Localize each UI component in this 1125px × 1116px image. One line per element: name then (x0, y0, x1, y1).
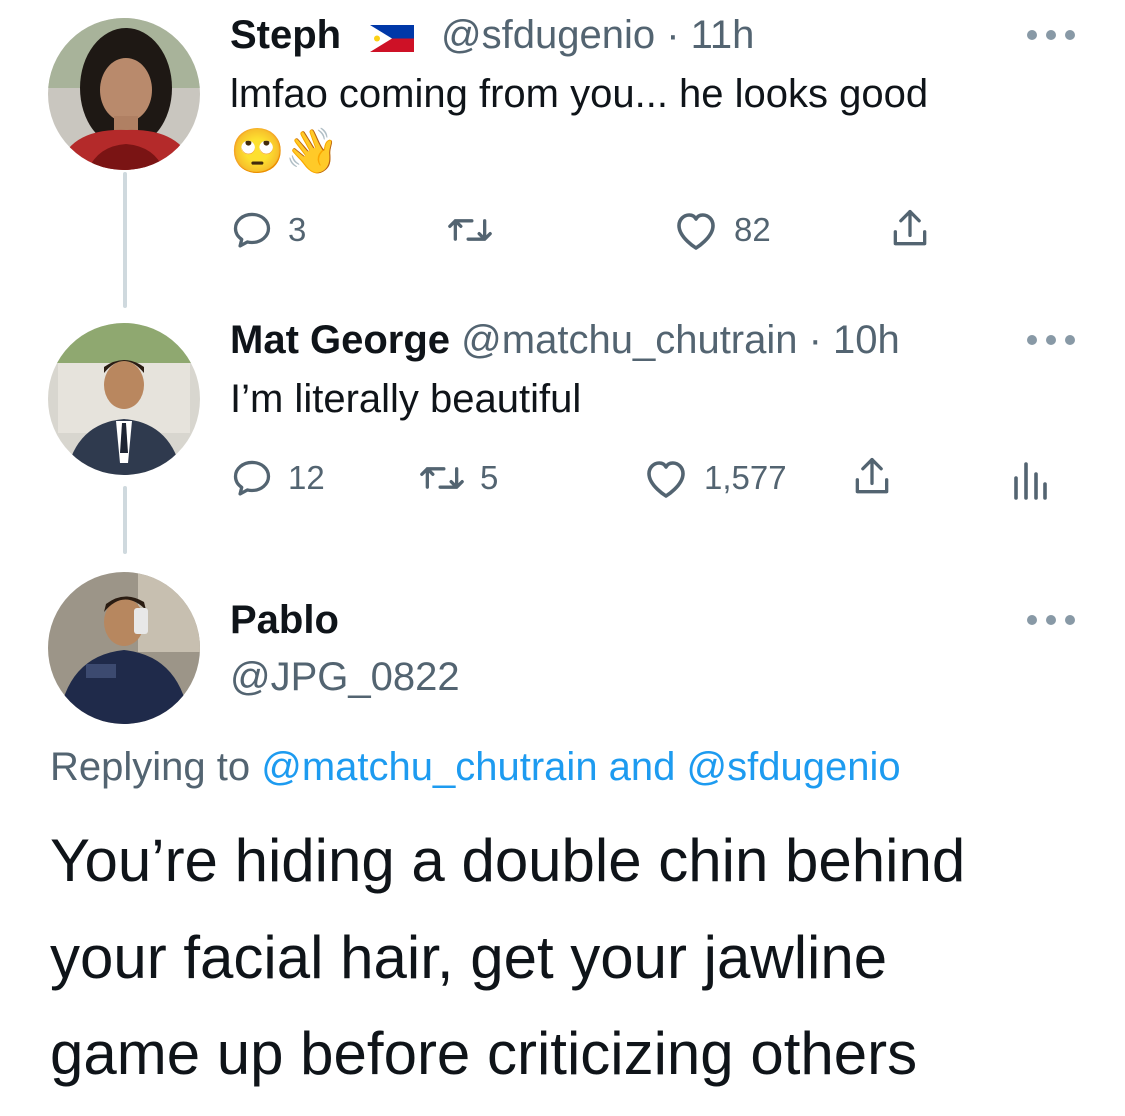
thread-line (123, 486, 127, 554)
avatar[interactable] (48, 18, 200, 170)
philippines-flag-icon (370, 25, 414, 57)
heart-icon (677, 213, 715, 250)
display-name[interactable]: Steph (230, 13, 341, 58)
share-icon (855, 457, 889, 494)
tweet-text-line: You’re hiding a double chin behind (50, 827, 966, 894)
thread-line (123, 172, 127, 308)
like-count: 1,577 (704, 459, 787, 496)
display-name[interactable]: Pablo (230, 598, 339, 643)
username[interactable]: @sfdugenio (441, 13, 655, 57)
display-name[interactable]: Mat George (230, 318, 450, 362)
like-action[interactable]: 1,577 (642, 456, 787, 500)
tweet-header: Mat George @matchu_chutrain · 10h (230, 318, 900, 363)
more-options-icon[interactable] (1027, 330, 1075, 350)
tweet-text: I’m literally beautiful (230, 377, 582, 421)
share-icon (893, 209, 927, 246)
timestamp[interactable]: 11h (691, 13, 755, 57)
username[interactable]: @matchu_chutrain (461, 318, 797, 362)
separator: · (655, 13, 691, 57)
retweet-icon (448, 219, 492, 241)
emoji-line: 🙄👋 (230, 127, 340, 176)
reply-count: 3 (288, 211, 307, 248)
replying-to-users[interactable]: @matchu_chutrain and @sfdugenio (261, 745, 900, 789)
share-action[interactable] (888, 206, 932, 252)
reply-icon (233, 212, 271, 248)
separator: · (797, 318, 834, 362)
more-options-icon[interactable] (1027, 610, 1075, 630)
tweet-meta: @sfdugenio · 11h (441, 13, 754, 58)
like-action[interactable]: 82 (672, 208, 771, 252)
username[interactable]: @JPG_0822 (230, 655, 460, 700)
replying-to: Replying to @matchu_chutrain and @sfduge… (50, 745, 901, 790)
retweet-action[interactable]: 5 (418, 456, 498, 500)
timestamp[interactable]: 10h (833, 318, 900, 362)
like-count: 82 (734, 211, 771, 248)
share-action[interactable] (850, 454, 894, 500)
avatar[interactable] (48, 572, 200, 724)
tweet-text-line: your facial hair, get your jawline (50, 924, 888, 991)
replying-to-label: Replying to (50, 745, 262, 789)
retweet-count: 5 (480, 459, 499, 496)
reply-action[interactable]: 3 (230, 208, 306, 252)
reply-icon (233, 460, 271, 496)
analytics-action[interactable] (1012, 458, 1048, 500)
retweet-icon (420, 467, 464, 489)
tweet-text: lmfao coming from you... he looks good (230, 72, 929, 116)
more-options-icon[interactable] (1027, 25, 1075, 45)
reply-count: 12 (288, 459, 325, 496)
analytics-icon (1014, 462, 1047, 500)
retweet-action[interactable] (446, 208, 508, 252)
reply-action[interactable]: 12 (230, 456, 325, 500)
avatar[interactable] (48, 323, 200, 475)
heart-icon (647, 461, 685, 498)
tweet-text-line: game up before criticizing others (50, 1020, 918, 1087)
